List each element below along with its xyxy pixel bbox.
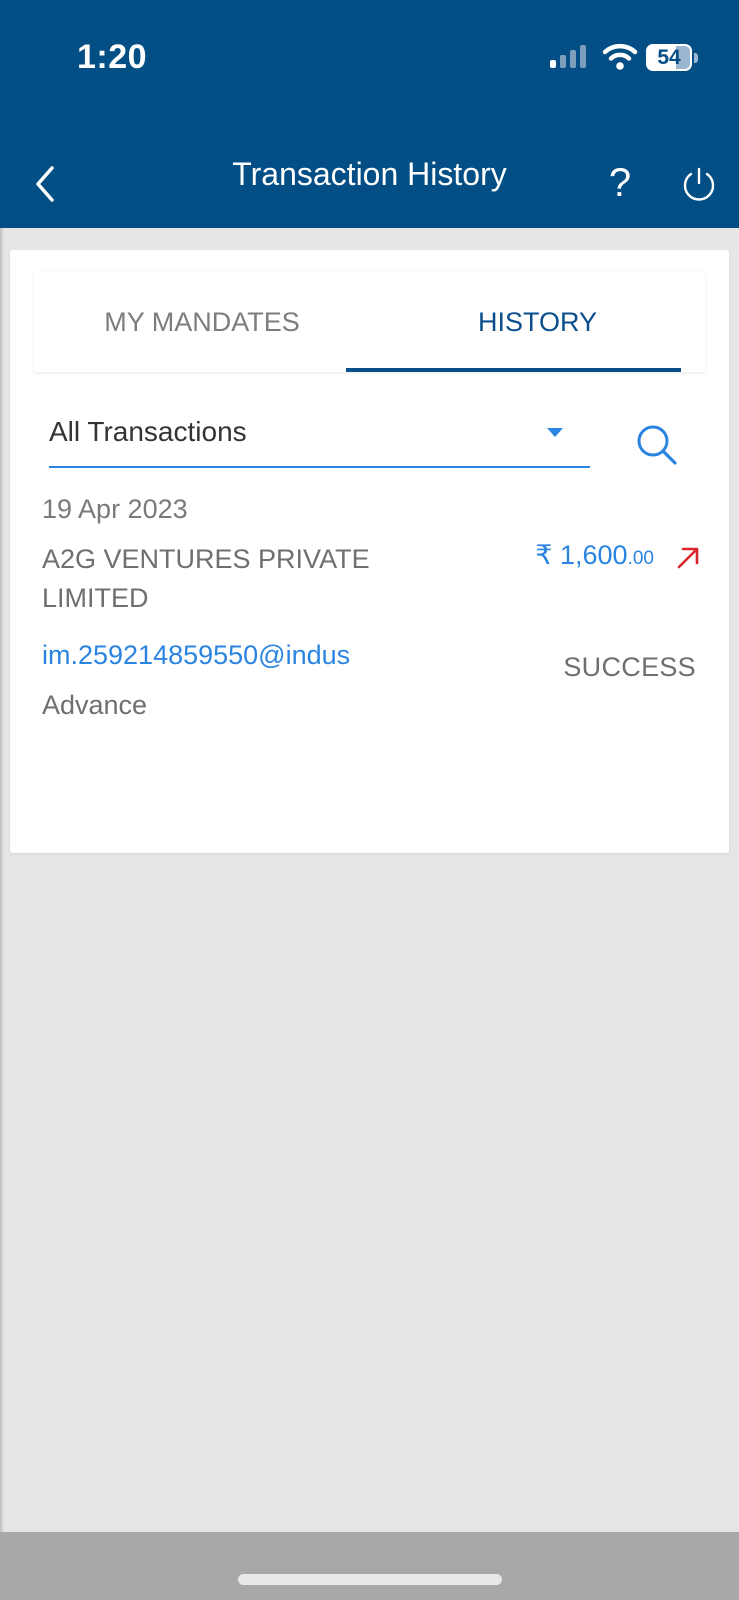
amount-whole: 1,600 bbox=[560, 540, 628, 570]
filter-selected-value: All Transactions bbox=[49, 416, 247, 447]
transaction-date-header: 19 Apr 2023 bbox=[42, 494, 188, 524]
screen-edge-shadow bbox=[0, 228, 4, 1532]
payee-vpa: im.259214859550@indus bbox=[42, 640, 351, 670]
transaction-status: SUCCESS bbox=[563, 652, 696, 682]
amount-decimals: .00 bbox=[627, 548, 654, 569]
caret-down-icon bbox=[547, 428, 563, 437]
transaction-remark: Advance bbox=[42, 690, 148, 720]
transaction-filter-dropdown[interactable]: All Transactions bbox=[49, 406, 590, 468]
power-icon[interactable] bbox=[680, 166, 718, 204]
tab-bar: MY MANDATES HISTORY bbox=[34, 272, 705, 372]
tab-history[interactable]: HISTORY bbox=[370, 272, 705, 372]
payee-name: A2G VENTURES PRIVATE LIMITED bbox=[42, 544, 370, 613]
transaction-amount: ₹ 1,600.00 bbox=[535, 540, 654, 571]
battery-level: 54 bbox=[657, 46, 681, 69]
status-bar-time: 1:20 bbox=[77, 38, 148, 76]
wifi-icon bbox=[602, 43, 638, 70]
battery-icon: 54 bbox=[646, 44, 698, 72]
transaction-row[interactable]: A2G VENTURES PRIVATE LIMITED ₹ 1,600.00 … bbox=[10, 540, 729, 740]
transactions-card: MY MANDATES HISTORY All Transactions 19 … bbox=[10, 250, 729, 853]
app-header: 1:20 54 Transaction History ? bbox=[0, 0, 739, 228]
currency-symbol: ₹ bbox=[535, 540, 553, 570]
search-icon[interactable] bbox=[634, 422, 680, 468]
cellular-signal-icon bbox=[550, 45, 586, 68]
tab-my-mandates[interactable]: MY MANDATES bbox=[34, 272, 370, 372]
active-tab-indicator bbox=[346, 368, 681, 372]
home-indicator[interactable] bbox=[238, 1574, 502, 1585]
debit-arrow-icon bbox=[677, 547, 699, 569]
home-indicator-area bbox=[0, 1532, 739, 1600]
help-icon[interactable]: ? bbox=[598, 158, 642, 208]
